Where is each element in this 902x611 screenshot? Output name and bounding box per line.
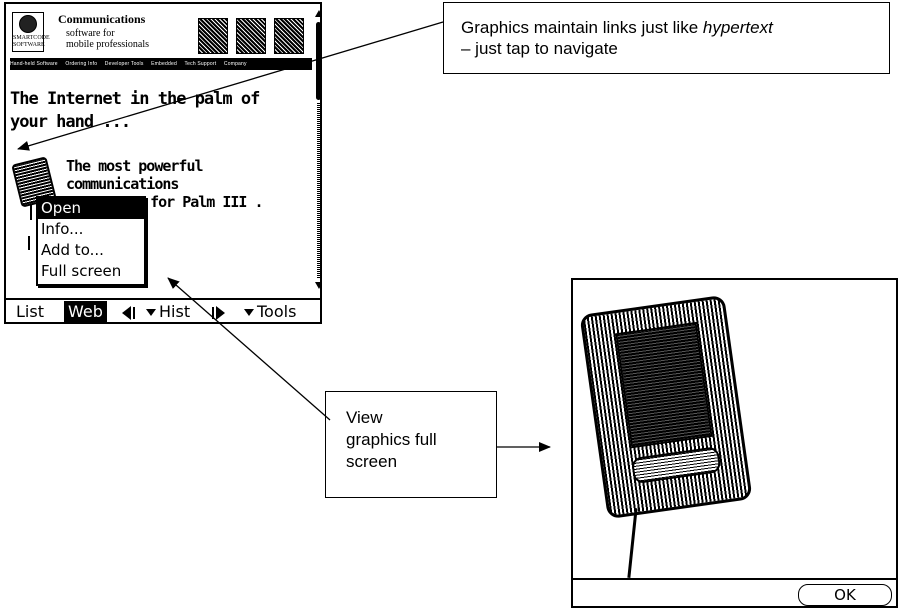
arrow-to-context-menu <box>167 277 331 421</box>
connector-lines <box>17 21 551 452</box>
arrow-to-headline <box>17 21 444 151</box>
